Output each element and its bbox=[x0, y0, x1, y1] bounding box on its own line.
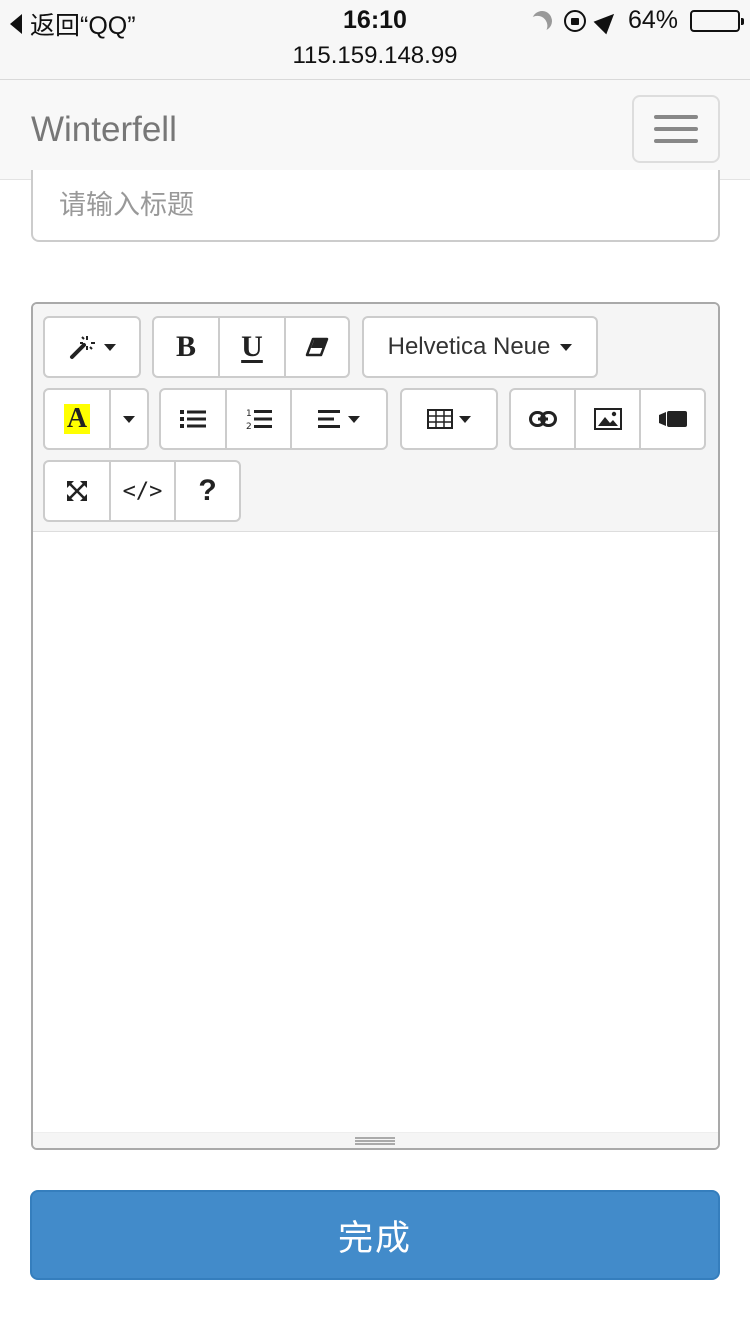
caret-down-icon bbox=[104, 343, 116, 351]
unordered-list-button[interactable] bbox=[159, 388, 227, 450]
done-button[interactable]: 完成 bbox=[30, 1190, 720, 1280]
svg-text:1: 1 bbox=[246, 409, 252, 419]
menu-toggle-button[interactable] bbox=[632, 95, 720, 163]
bold-button[interactable]: B bbox=[152, 316, 220, 378]
menu-icon-bar bbox=[654, 139, 698, 143]
help-icon: ? bbox=[198, 474, 217, 507]
insert-video-button[interactable] bbox=[639, 388, 706, 450]
bold-icon: B bbox=[175, 330, 196, 363]
status-icons: 64% bbox=[529, 6, 744, 35]
underline-icon: U bbox=[241, 330, 263, 363]
insert-link-button[interactable] bbox=[509, 388, 576, 450]
editor-resize-handle[interactable] bbox=[33, 1132, 718, 1148]
menu-icon-bar bbox=[654, 115, 698, 119]
font-name-dropdown[interactable]: Helvetica Neue bbox=[362, 316, 598, 378]
page-url: 115.159.148.99 bbox=[292, 42, 458, 69]
wand-icon bbox=[70, 336, 95, 359]
caret-down-icon bbox=[459, 415, 471, 423]
status-bar: 返回“QQ” 16:10 115.159.148.99 64% bbox=[0, 0, 750, 80]
video-icon bbox=[658, 411, 687, 427]
style-group bbox=[43, 316, 141, 378]
brand-link[interactable]: Winterfell bbox=[31, 110, 177, 150]
navbar: Winterfell bbox=[0, 80, 750, 180]
font-style-group: B U bbox=[152, 316, 350, 378]
code-icon: </> bbox=[122, 478, 163, 504]
link-icon bbox=[528, 411, 557, 427]
table-dropdown-button[interactable] bbox=[400, 388, 498, 450]
font-name-group: Helvetica Neue bbox=[362, 316, 598, 378]
ordered-list-icon: 1 2 bbox=[246, 409, 272, 430]
resize-grip-icon bbox=[355, 1137, 395, 1145]
rotation-lock-icon bbox=[563, 9, 586, 32]
insert-picture-button[interactable] bbox=[574, 388, 641, 450]
table-icon bbox=[427, 409, 453, 429]
font-name-label: Helvetica Neue bbox=[387, 333, 551, 360]
color-dropdown-button[interactable] bbox=[109, 388, 149, 450]
highlight-color-icon: A bbox=[63, 404, 91, 434]
location-icon bbox=[593, 7, 621, 34]
editor-content-area[interactable] bbox=[33, 532, 718, 1134]
underline-button[interactable]: U bbox=[218, 316, 286, 378]
insert-group bbox=[509, 388, 706, 450]
fullscreen-icon bbox=[67, 481, 87, 501]
ordered-list-button[interactable]: 1 2 bbox=[225, 388, 292, 450]
code-view-button[interactable]: </> bbox=[109, 460, 176, 522]
svg-text:2: 2 bbox=[246, 422, 252, 430]
title-input[interactable] bbox=[31, 170, 720, 242]
do-not-disturb-icon bbox=[529, 8, 555, 34]
paragraph-group: 1 2 bbox=[159, 388, 388, 450]
unordered-list-icon bbox=[180, 410, 206, 428]
table-group bbox=[400, 388, 498, 450]
clear-format-button[interactable] bbox=[284, 316, 350, 378]
help-button[interactable]: ? bbox=[174, 460, 241, 522]
paragraph-align-dropdown[interactable] bbox=[290, 388, 388, 450]
style-dropdown-button[interactable] bbox=[43, 316, 141, 378]
view-group: </> ? bbox=[43, 460, 241, 522]
picture-icon bbox=[593, 408, 622, 430]
caret-down-icon bbox=[560, 343, 573, 351]
editor-toolbar: B U Helvetica Neue A 1 2 </> ? bbox=[33, 304, 718, 532]
fullscreen-button[interactable] bbox=[43, 460, 111, 522]
align-left-icon bbox=[318, 410, 340, 428]
menu-icon-bar bbox=[654, 127, 698, 131]
rich-text-editor: B U Helvetica Neue A 1 2 </> ? bbox=[31, 302, 720, 1150]
battery-icon bbox=[690, 9, 744, 32]
caret-down-icon bbox=[348, 415, 360, 423]
recent-color-button[interactable]: A bbox=[43, 388, 111, 450]
battery-percent: 64% bbox=[627, 6, 678, 34]
color-group: A bbox=[43, 388, 149, 450]
eraser-icon bbox=[305, 337, 329, 357]
caret-down-icon bbox=[123, 415, 135, 423]
